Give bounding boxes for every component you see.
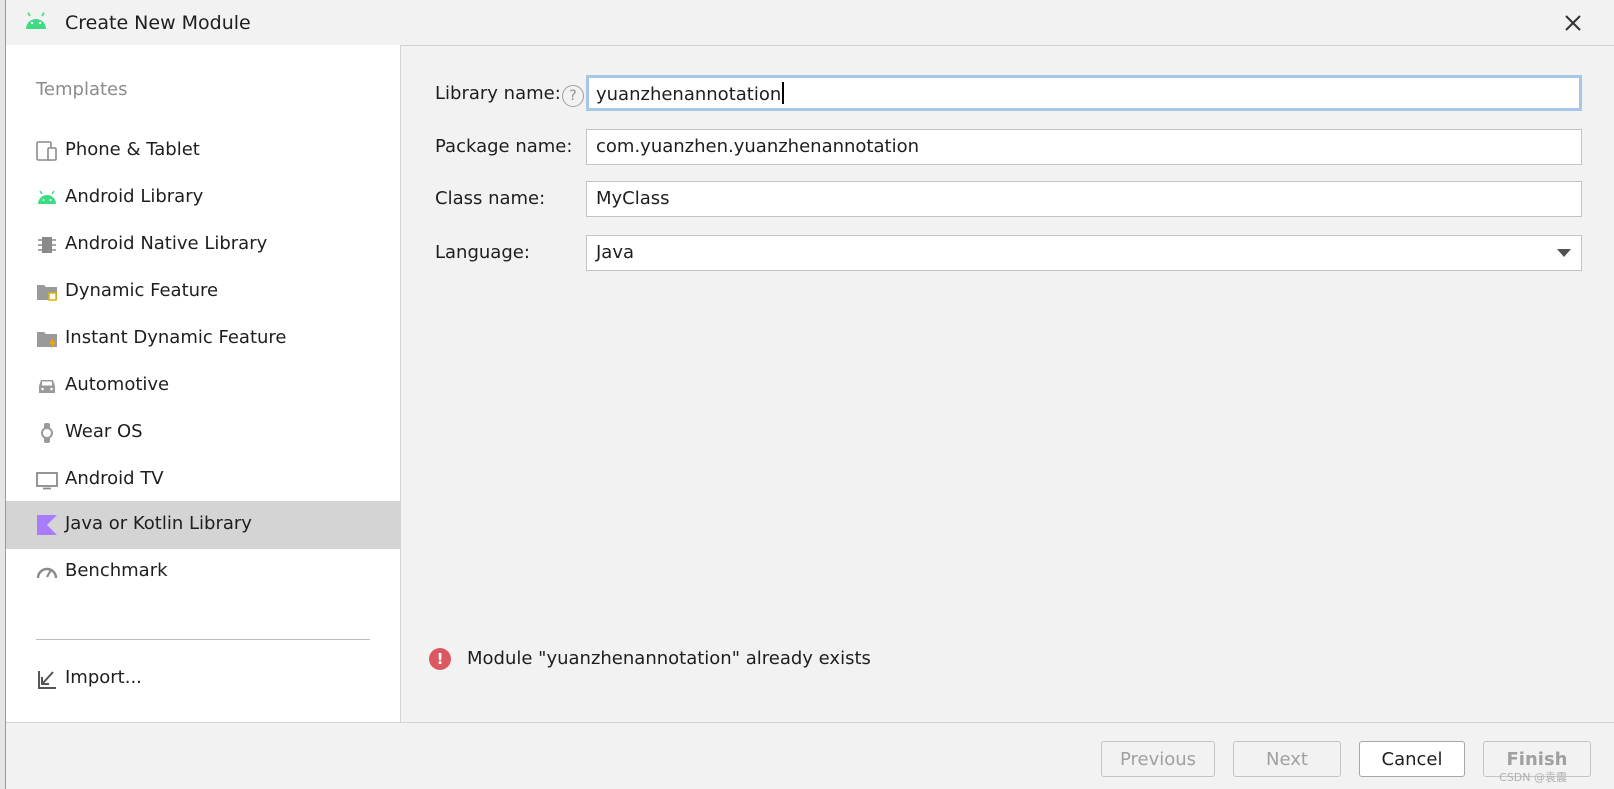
sidebar-item-wear-os[interactable]: Wear OS	[6, 409, 400, 457]
sidebar-item-dynamic-feature[interactable]: Dynamic Feature	[6, 268, 400, 316]
sidebar-item-automotive[interactable]: Automotive	[6, 362, 400, 410]
import-button[interactable]: Import...	[6, 655, 400, 703]
sidebar-item-instant-dynamic-feature[interactable]: Instant Dynamic Feature	[6, 315, 400, 363]
previous-button[interactable]: Previous	[1101, 741, 1215, 777]
title-bar: Create New Module	[6, 0, 1614, 46]
create-new-module-dialog: Create New Module Templates Phone & Tabl…	[5, 0, 1614, 789]
phone-tablet-icon	[36, 141, 57, 161]
cancel-button[interactable]: Cancel	[1359, 741, 1465, 777]
dialog-footer: Previous Next Cancel Finish CSDN @袁震	[6, 722, 1614, 789]
language-label: Language:	[435, 242, 530, 263]
sidebar-item-benchmark[interactable]: Benchmark	[6, 548, 400, 596]
tv-icon	[36, 472, 58, 490]
sidebar-item-label: Dynamic Feature	[65, 280, 219, 301]
chip-icon	[38, 237, 56, 253]
android-icon	[38, 190, 56, 204]
android-logo-icon	[26, 12, 46, 29]
help-icon[interactable]: ?	[562, 85, 584, 107]
error-message: Module "yuanzhenannotation" already exis…	[467, 648, 871, 669]
sidebar-item-label: Automotive	[65, 374, 170, 395]
templates-heading: Templates	[36, 79, 128, 100]
car-icon	[39, 380, 55, 393]
import-icon	[38, 671, 56, 689]
kotlin-icon	[37, 515, 57, 535]
folder-lightning-icon	[37, 332, 57, 349]
sidebar-item-label: Java or Kotlin Library	[65, 513, 252, 534]
sidebar-item-phone-tablet[interactable]: Phone & Tablet	[6, 127, 400, 175]
module-form: Library name: ? yuanzhenannotation Packa…	[401, 45, 1614, 722]
class-name-label: Class name:	[435, 188, 546, 209]
class-name-value: MyClass	[596, 188, 670, 209]
package-name-input[interactable]: com.yuanzhen.yuanzhenannotation	[586, 129, 1582, 165]
library-name-value: yuanzhenannotation	[596, 84, 782, 105]
package-name-label: Package name:	[435, 136, 573, 157]
sidebar-item-label: Phone & Tablet	[65, 139, 200, 160]
sidebar-item-label: Android TV	[65, 468, 164, 489]
import-label: Import...	[65, 667, 142, 688]
class-name-input[interactable]: MyClass	[586, 181, 1582, 217]
sidebar-item-android-tv[interactable]: Android TV	[6, 456, 400, 504]
dialog-title: Create New Module	[65, 12, 251, 34]
sidebar-item-label: Instant Dynamic Feature	[65, 327, 287, 348]
watermark: CSDN @袁震	[1499, 771, 1567, 784]
sidebar-item-android-library[interactable]: Android Library	[6, 174, 400, 222]
sidebar-divider	[36, 639, 370, 640]
sidebar-item-label: Wear OS	[65, 421, 143, 442]
templates-sidebar: Templates Phone & Tablet Android Library	[6, 45, 401, 722]
close-icon[interactable]	[1560, 10, 1586, 36]
language-value: Java	[596, 242, 635, 263]
watch-icon	[41, 423, 53, 443]
folder-icon	[37, 285, 57, 301]
library-name-input[interactable]: yuanzhenannotation	[586, 75, 1582, 111]
sidebar-item-android-native-library[interactable]: Android Native Library	[6, 221, 400, 269]
sidebar-item-java-kotlin-library[interactable]: Java or Kotlin Library	[6, 501, 400, 549]
sidebar-item-label: Android Native Library	[65, 233, 268, 254]
package-name-value: com.yuanzhen.yuanzhenannotation	[596, 136, 919, 157]
text-caret	[782, 82, 785, 104]
library-name-label: Library name:	[435, 83, 561, 104]
sidebar-item-label: Benchmark	[65, 560, 168, 581]
chevron-down-icon[interactable]	[1557, 249, 1571, 257]
gauge-icon	[36, 567, 58, 579]
language-dropdown[interactable]: Java	[586, 235, 1582, 271]
sidebar-item-label: Android Library	[65, 186, 204, 207]
error-icon: !	[429, 648, 451, 670]
next-button[interactable]: Next	[1233, 741, 1341, 777]
